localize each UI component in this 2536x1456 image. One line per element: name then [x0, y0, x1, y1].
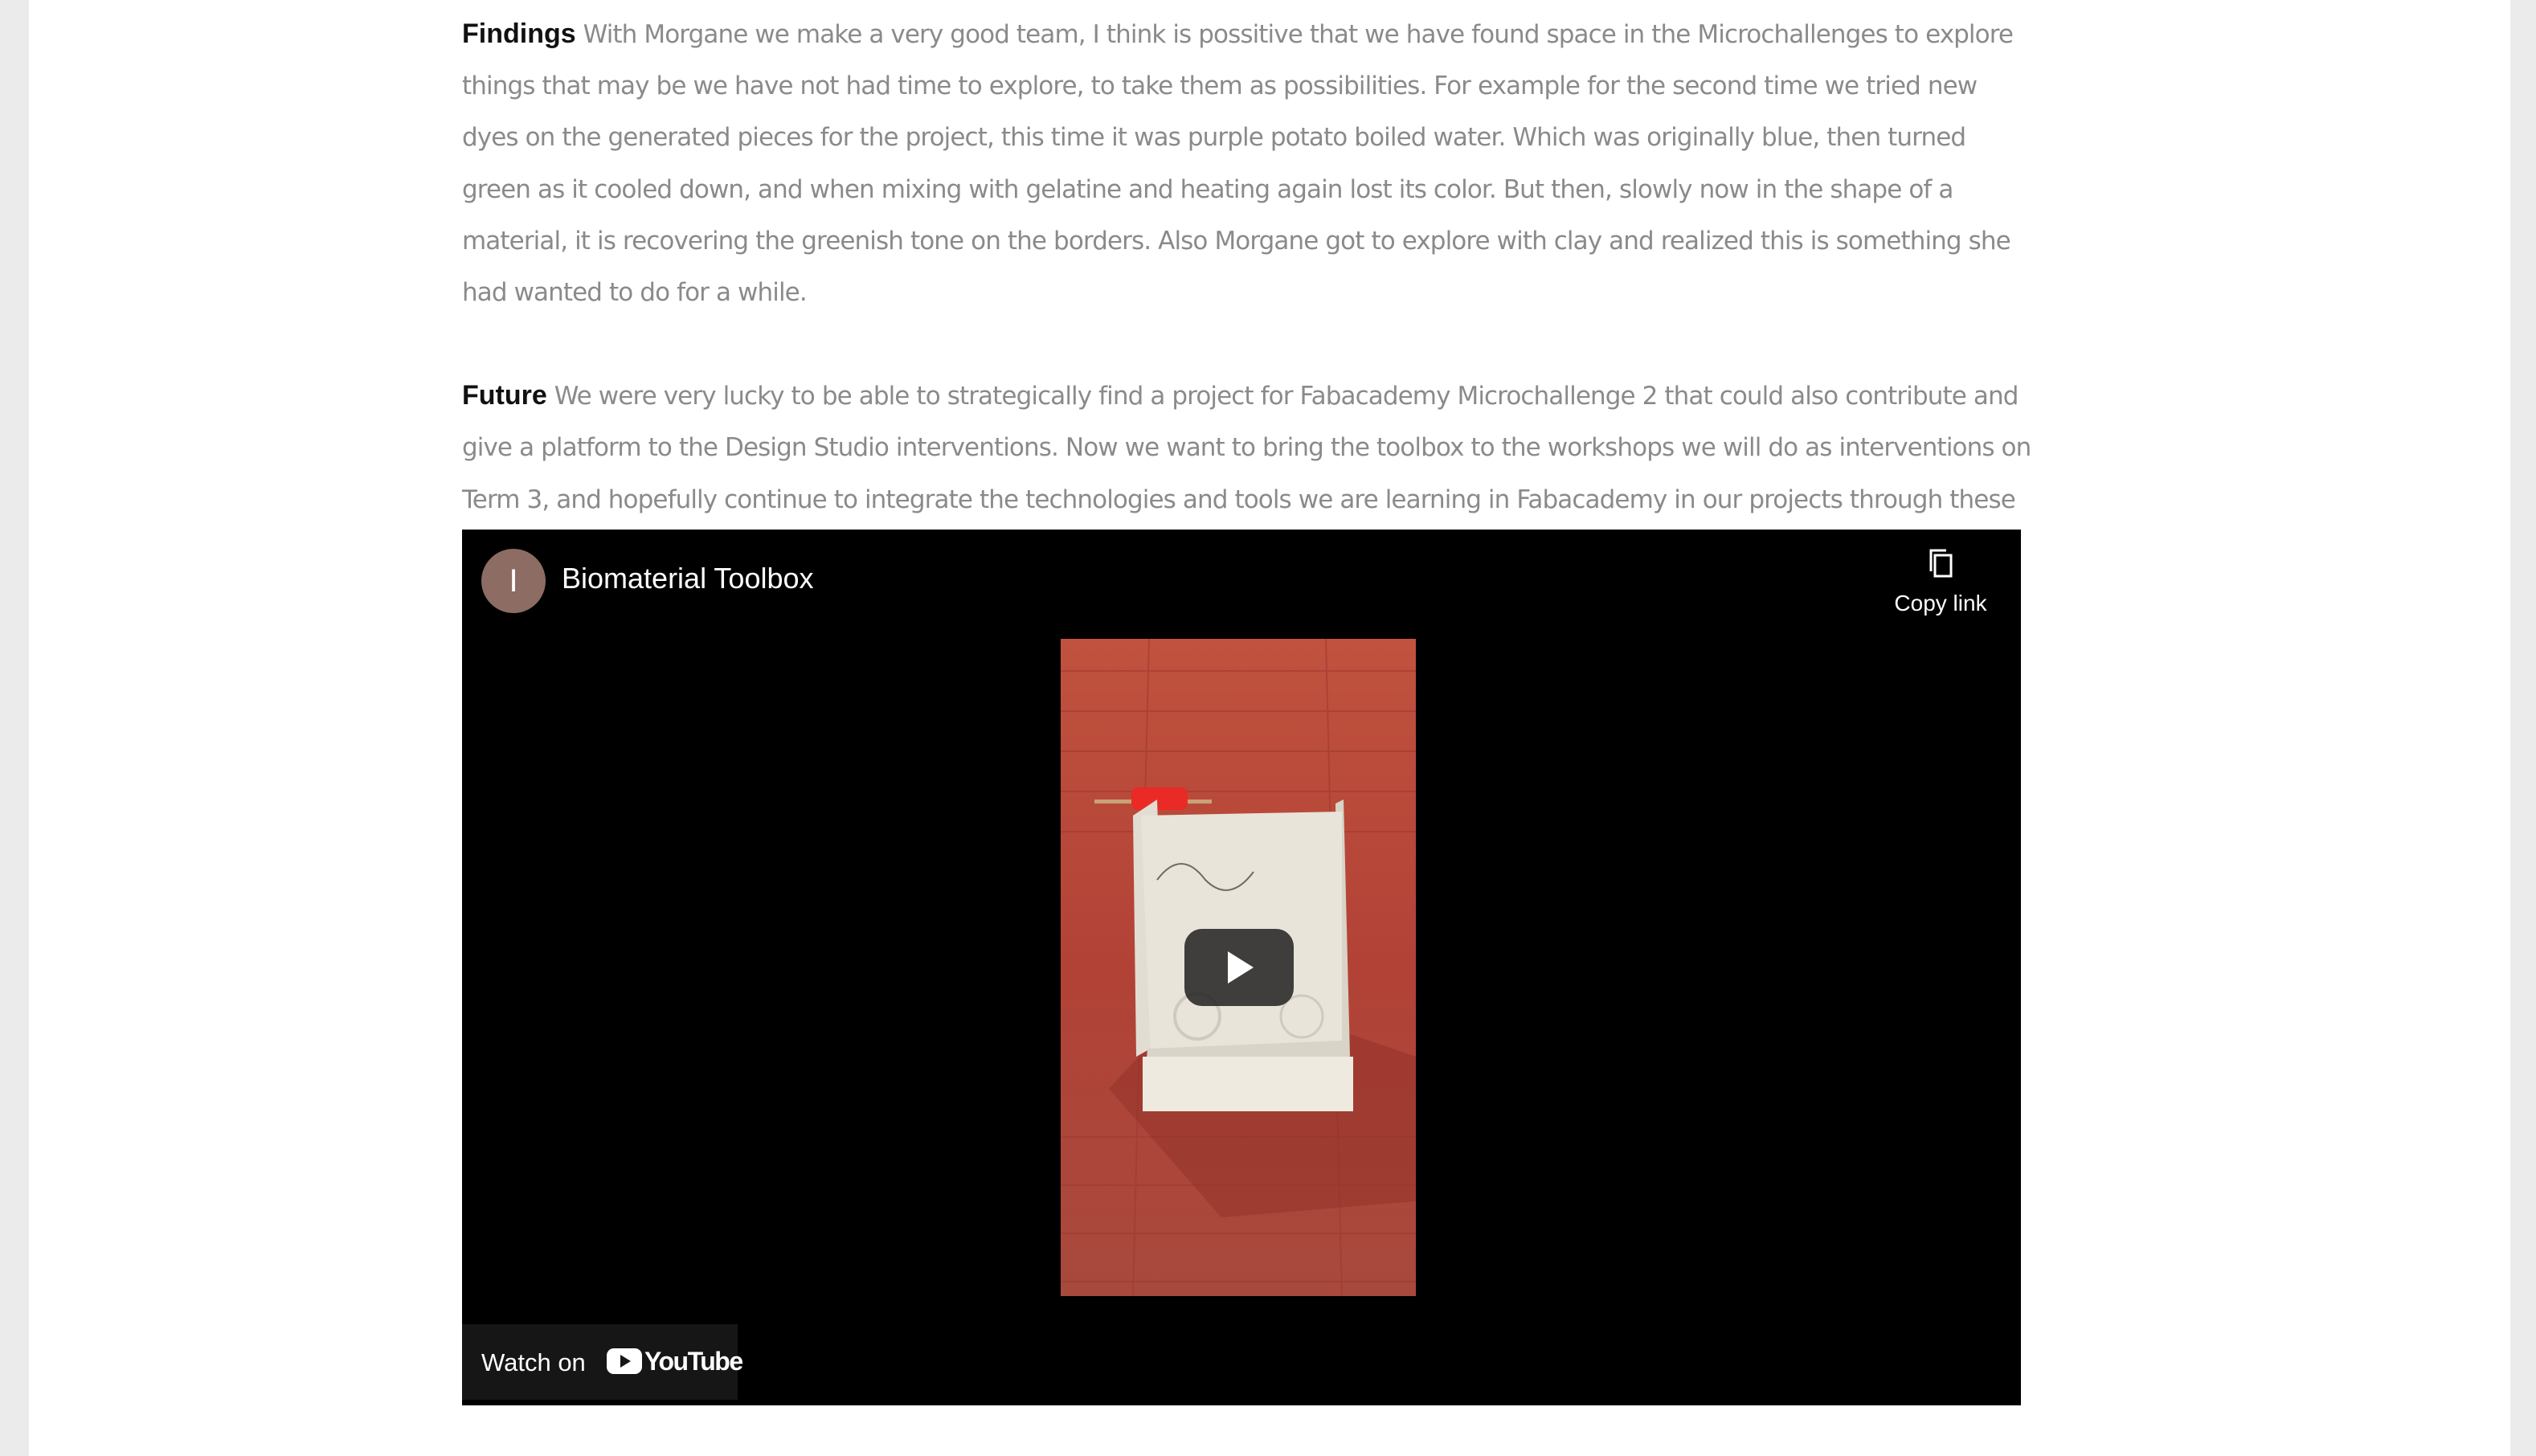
play-button[interactable]: [1184, 929, 1294, 1006]
youtube-embed[interactable]: I Biomaterial Toolbox Copy link Watch on…: [462, 530, 2021, 1405]
copy-link-button[interactable]: Copy link: [1892, 547, 1989, 616]
watch-on-label: Watch on: [481, 1348, 586, 1376]
copy-link-label: Copy link: [1894, 591, 1987, 616]
watch-on-youtube-link[interactable]: Watch on YouTube: [462, 1324, 743, 1400]
youtube-logo-icon: [607, 1348, 642, 1374]
findings-text: With Morgane we make a very good team, I…: [462, 20, 2014, 308]
channel-avatar[interactable]: I: [481, 549, 546, 613]
findings-paragraph: Findings With Morgane we make a very goo…: [462, 8, 2037, 318]
findings-heading: Findings: [462, 18, 576, 49]
video-title[interactable]: Biomaterial Toolbox: [562, 562, 814, 595]
article-body: Findings With Morgane we make a very goo…: [462, 8, 2037, 577]
youtube-wordmark: YouTube: [644, 1347, 743, 1376]
copy-link-icon: [1929, 549, 1953, 578]
play-icon: [1228, 951, 1254, 984]
future-heading: Future: [462, 380, 547, 411]
